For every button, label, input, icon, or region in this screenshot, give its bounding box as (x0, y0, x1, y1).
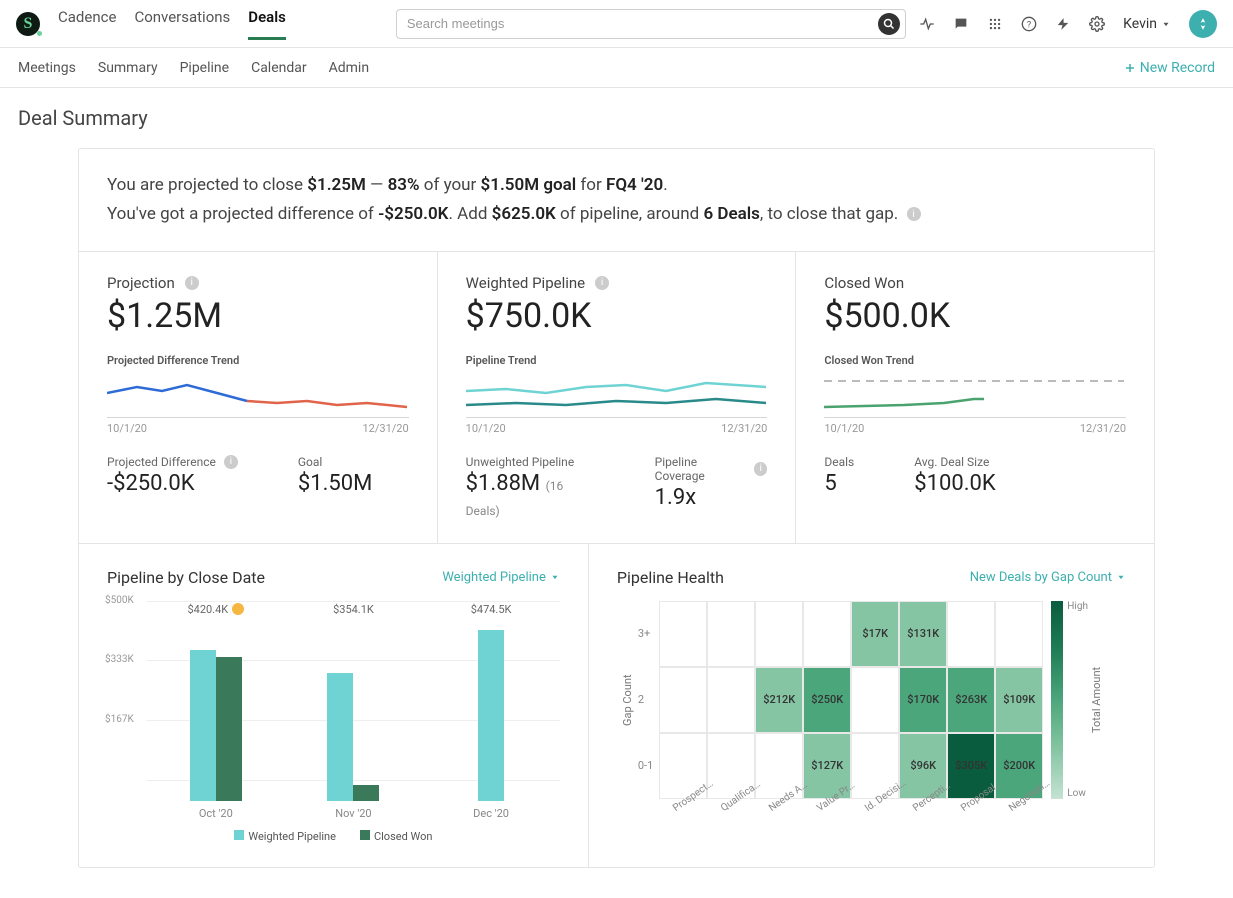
heatmap-cell[interactable]: $170K (899, 667, 947, 733)
nav-conversations[interactable]: Conversations (134, 8, 230, 39)
bar-group: $420.4K (147, 621, 285, 801)
weighted-sparkline (466, 371, 766, 413)
settings-icon[interactable] (1089, 16, 1105, 32)
heatmap-cell[interactable]: $17K (851, 601, 899, 667)
nav-cadence[interactable]: Cadence (58, 8, 116, 39)
info-icon[interactable]: i (907, 207, 921, 221)
info-icon[interactable]: i (185, 276, 199, 290)
weighted-pipeline-dropdown[interactable]: Weighted Pipeline (442, 570, 560, 585)
subnav-summary[interactable]: Summary (98, 60, 158, 76)
search-input[interactable] (396, 9, 906, 39)
chat-icon[interactable] (953, 16, 969, 32)
heatmap-cell[interactable] (707, 667, 755, 733)
heatmap-cell[interactable] (707, 601, 755, 667)
heatmap-cell[interactable] (851, 667, 899, 733)
bar-group: $354.1K (285, 621, 423, 801)
top-bar: S Cadence Conversations Deals ? Kevin (0, 0, 1233, 48)
new-record-button[interactable]: New Record (1124, 60, 1215, 76)
closed-value: $500.0K (824, 296, 1126, 336)
sub-nav: Meetings Summary Pipeline Calendar Admin… (0, 48, 1233, 88)
heatmap-cell[interactable]: $212K (755, 667, 803, 733)
summary-text: You are projected to close $1.25M — 83% … (79, 149, 1154, 251)
pipeline-health-chart: Pipeline Health New Deals by Gap Count G… (589, 544, 1154, 867)
nav-deals[interactable]: Deals (248, 8, 286, 39)
topbar-actions: ? Kevin (919, 10, 1217, 38)
subnav-pipeline[interactable]: Pipeline (180, 60, 230, 76)
projection-card: Projectioni $1.25M Projected Difference … (79, 252, 438, 543)
closed-sparkline (824, 371, 1124, 413)
help-icon[interactable]: ? (1021, 16, 1037, 32)
apps-icon[interactable] (987, 16, 1003, 32)
warning-icon[interactable] (232, 603, 244, 615)
search-icon[interactable] (878, 13, 900, 35)
info-icon[interactable]: i (224, 455, 238, 469)
heatmap-cell[interactable] (995, 601, 1043, 667)
gap-count-dropdown[interactable]: New Deals by Gap Count (970, 570, 1126, 585)
user-menu[interactable]: Kevin (1123, 16, 1171, 32)
heatmap-cell[interactable] (803, 601, 851, 667)
primary-nav: Cadence Conversations Deals (58, 8, 286, 39)
heatmap-cell[interactable] (755, 601, 803, 667)
projection-value: $1.25M (107, 296, 409, 336)
search-wrapper (396, 9, 906, 39)
subnav-meetings[interactable]: Meetings (18, 60, 76, 76)
subnav-calendar[interactable]: Calendar (251, 60, 307, 76)
closed-won-card: Closed Won $500.0K Closed Won Trend 10/1… (796, 252, 1154, 543)
page-title: Deal Summary (0, 88, 1233, 148)
heatmap-cell[interactable]: $250K (803, 667, 851, 733)
subnav-admin[interactable]: Admin (329, 60, 369, 76)
app-logo[interactable]: S (16, 12, 40, 36)
heatmap-cell[interactable] (947, 601, 995, 667)
avatar[interactable] (1189, 10, 1217, 38)
pipeline-by-close-date-chart: Pipeline by Close Date Weighted Pipeline… (79, 544, 589, 867)
summary-panel: You are projected to close $1.25M — 83% … (78, 148, 1155, 868)
heatmap-cell[interactable]: $131K (899, 601, 947, 667)
activity-icon[interactable] (919, 16, 935, 32)
weighted-value: $750.0K (466, 296, 768, 336)
heatmap-cell[interactable] (659, 601, 707, 667)
info-icon[interactable]: i (595, 276, 609, 290)
heatmap-cell[interactable] (659, 667, 707, 733)
color-scale (1051, 601, 1063, 799)
heatmap-cell[interactable]: $263K (947, 667, 995, 733)
info-icon[interactable]: i (754, 462, 767, 476)
weighted-pipeline-card: Weighted Pipelinei $750.0K Pipeline Tren… (438, 252, 797, 543)
projection-sparkline (107, 371, 407, 413)
bar-group: $474.5K (422, 621, 560, 801)
svg-text:?: ? (1027, 19, 1032, 30)
bolt-icon[interactable] (1055, 16, 1071, 32)
heatmap-cell[interactable]: $109K (995, 667, 1043, 733)
